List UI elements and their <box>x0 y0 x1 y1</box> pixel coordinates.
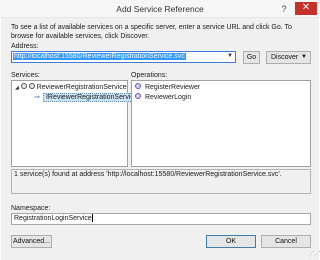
dialog-body: To see a list of available services on a… <box>1 18 320 260</box>
operation-icon <box>135 83 141 90</box>
expand-triangle-icon[interactable]: ◢ <box>15 85 19 91</box>
operation-item[interactable]: RegisterReviewer <box>135 83 200 92</box>
services-tree-item[interactable]: ◢ ReviewerRegistrationService <box>15 83 127 93</box>
close-button[interactable]: ✕ <box>295 2 317 15</box>
operation-item[interactable]: ReviewerLogin <box>135 93 191 102</box>
service-name: ReviewerRegistrationService <box>36 84 127 91</box>
services-label: Services: <box>11 72 40 79</box>
address-input[interactable]: http://localhost:15580/ReviewerRegistrat… <box>11 51 236 63</box>
operation-name: RegisterReviewer <box>144 84 201 91</box>
operations-label: Operations: <box>131 72 168 79</box>
help-button[interactable]: ? <box>277 3 291 15</box>
discover-chevron-down-icon[interactable]: ▼ <box>301 52 307 63</box>
operation-name: ReviewerLogin <box>144 94 192 101</box>
discover-button[interactable]: Discover ▼ <box>266 51 311 64</box>
advanced-button[interactable]: Advanced... <box>11 235 52 248</box>
resize-grip-icon[interactable]: ⋰⋰ <box>308 250 320 258</box>
title-bar: Add Service Reference ? ✕ <box>0 0 320 18</box>
globe-icon <box>28 83 35 90</box>
address-value: http://localhost:15580/ReviewerRegistrat… <box>13 53 186 60</box>
namespace-value: RegistrationLoginService <box>14 215 92 222</box>
ok-button[interactable]: OK <box>206 235 256 248</box>
services-tree[interactable]: ◢ ReviewerRegistrationService ⊸ IReviewe… <box>11 80 141 167</box>
interface-icon: ⊸ <box>34 93 40 101</box>
window-title: Add Service Reference <box>116 4 204 14</box>
operations-list[interactable]: RegisterReviewer ReviewerLogin <box>131 80 311 167</box>
instructions-text: To see a list of available services on a… <box>11 24 292 40</box>
address-label: Address: <box>11 43 39 50</box>
service-icon <box>20 83 27 90</box>
cancel-button[interactable]: Cancel <box>261 235 311 248</box>
text-cursor <box>91 214 93 223</box>
status-message: 1 service(s) found at address 'http://lo… <box>11 169 311 194</box>
discover-label: Discover <box>271 54 299 61</box>
add-service-reference-dialog: Add Service Reference ? ✕ To see a list … <box>0 0 320 260</box>
interface-name: IReviewerRegistrationService <box>42 93 141 102</box>
operation-icon <box>135 93 141 100</box>
address-dropdown-icon[interactable]: ▼ <box>227 53 233 59</box>
namespace-label: Namespace: <box>11 205 51 212</box>
go-button[interactable]: Go <box>243 51 260 64</box>
namespace-input[interactable]: RegistrationLoginService <box>11 213 311 225</box>
services-tree-item[interactable]: ⊸ IReviewerRegistrationService <box>34 93 141 102</box>
